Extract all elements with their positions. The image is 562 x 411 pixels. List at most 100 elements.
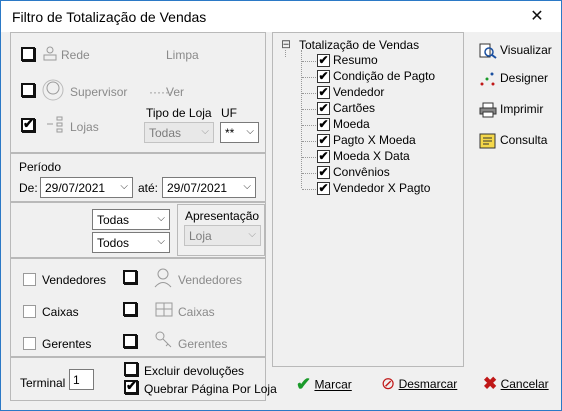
quebrar-pagina-checkbox[interactable]: ✔ [124,378,138,394]
salesperson-icon [154,268,172,288]
chevron-down-icon: ⌵ [201,126,209,137]
marcar-label: Marcar [314,377,352,392]
quebrar-pagina-label: Quebrar Página Por Loja [144,382,277,396]
tree-line [302,109,316,110]
check-mark: ✔ [318,133,329,147]
ver-link[interactable]: Ver [166,85,184,99]
marcar-button[interactable]: ✔ Marcar [296,374,352,395]
uf-select[interactable]: ** ⌵ [220,122,259,143]
supervisor-checkbox[interactable] [21,83,35,97]
caixas-checkbox-left[interactable] [23,305,36,318]
filter-select-b[interactable]: Todos ⌵ [92,232,170,253]
tree-item-label: Pagto X Moeda [333,133,416,147]
caixas-label-right: Caixas [178,305,215,319]
supervisor-label: Supervisor [70,85,128,99]
tree-item-checkbox[interactable]: ✔ [317,165,330,179]
tree-line [302,141,316,142]
tree-item-checkbox[interactable]: ✔ [317,181,330,195]
prohibited-icon: ⊘ [381,374,396,393]
chevron-down-icon: ⌵ [243,181,251,192]
supervisor-icon [42,79,64,101]
ate-date-value: 29/07/2021 [167,181,228,195]
tree-root-label[interactable]: Totalização de Vendas [299,38,419,52]
rede-checkbox[interactable] [21,47,35,61]
tree-item-label: Moeda X Data [333,149,410,163]
check-mark: ✔ [318,101,329,115]
tree-line [302,77,316,78]
periodo-label: Período [19,160,62,174]
consulta-button[interactable]: Consulta [479,133,547,149]
lojas-checkbox[interactable]: ✔ [21,116,35,132]
rede-label: Rede [61,48,90,62]
apresentacao-select[interactable]: Loja ⌵ [184,225,261,246]
check-mark: ✔ [23,116,34,131]
caixas-label-left: Caixas [42,305,79,319]
designer-button[interactable]: Designer [479,71,548,87]
designer-icon [480,72,495,86]
magnifier-icon [479,43,497,59]
uf-value: ** [225,126,235,140]
tree-item-checkbox[interactable]: ✔ [317,53,330,67]
filter-select-a-value: Todas [97,213,130,227]
vendedores-label-right: Vendedores [178,273,243,287]
chevron-down-icon: ⌵ [157,236,165,247]
tipo-loja-label: Tipo de Loja [146,106,212,120]
check-mark: ✔ [318,149,329,163]
chevron-down-icon: ⌵ [120,181,128,192]
tree-item-label: Vendedor X Pagto [333,181,431,195]
vendedores-label-left: Vendedores [42,273,107,287]
tree-item-checkbox[interactable]: ✔ [317,117,330,131]
de-label: De: [19,181,38,195]
terminal-input[interactable]: 1 [69,369,94,390]
lojas-icon [47,116,63,133]
gerentes-label-left: Gerentes [42,337,92,351]
tree-line [285,50,286,57]
tree-item-checkbox[interactable]: ✔ [317,69,330,83]
vendedores-checkbox-right[interactable] [123,270,137,284]
limpa-link[interactable]: Limpa [166,48,199,62]
lojas-label: Lojas [70,120,99,134]
filter-select-a[interactable]: Todas ⌵ [92,209,170,230]
check-mark: ✔ [318,165,329,179]
tree-item-checkbox[interactable]: ✔ [317,149,330,163]
imprimir-label: Imprimir [500,102,544,117]
tree-collapse-icon[interactable]: ⊟ [281,37,291,51]
check-mark: ✔ [318,85,329,99]
tree-line [302,189,316,190]
tree-item-checkbox[interactable]: ✔ [317,133,330,147]
tree-item-label: Vendedor [333,85,385,99]
gerentes-checkbox-right[interactable] [123,334,137,348]
check-mark: ✔ [318,181,329,195]
uf-label: UF [221,106,237,120]
check-icon: ✔ [296,374,312,394]
check-mark: ✔ [318,69,329,83]
tree-item-label: Convênios [333,165,390,179]
dialog-window: Filtro de Totalização de Vendas ✕ Rede L… [0,0,562,411]
network-icon [43,46,57,61]
tipo-loja-select[interactable]: Todas ⌵ [144,122,214,143]
visualizar-button[interactable]: Visualizar [479,43,552,59]
desmarcar-button[interactable]: ⊘ Desmarcar [381,374,457,394]
printer-icon [479,102,497,118]
close-button[interactable]: ✕ [517,4,557,29]
tree-line [301,50,302,188]
excluir-devolucoes-checkbox[interactable] [124,362,138,376]
gerentes-checkbox-left[interactable] [23,337,36,350]
tree-item-checkbox[interactable]: ✔ [317,85,330,99]
vendedores-checkbox-left[interactable] [23,273,36,286]
chevron-down-icon: ⌵ [246,126,254,137]
imprimir-button[interactable]: Imprimir [479,102,543,118]
caixas-checkbox-right[interactable] [123,302,137,316]
designer-label: Designer [500,71,549,86]
de-date-picker[interactable]: 29/07/2021 ⌵ [40,177,133,198]
tree-line [302,157,316,158]
tree-line [302,61,316,62]
tipo-loja-value: Todas [149,126,182,140]
chevron-down-icon: ⌵ [157,213,165,224]
check-mark: ✔ [126,378,137,393]
tree-line [302,125,316,126]
tree-item-checkbox[interactable]: ✔ [317,101,330,115]
tree-item-label: Resumo [333,53,378,67]
cancelar-button[interactable]: ✖ Cancelar [483,374,549,394]
ate-date-picker[interactable]: 29/07/2021 ⌵ [162,177,256,198]
